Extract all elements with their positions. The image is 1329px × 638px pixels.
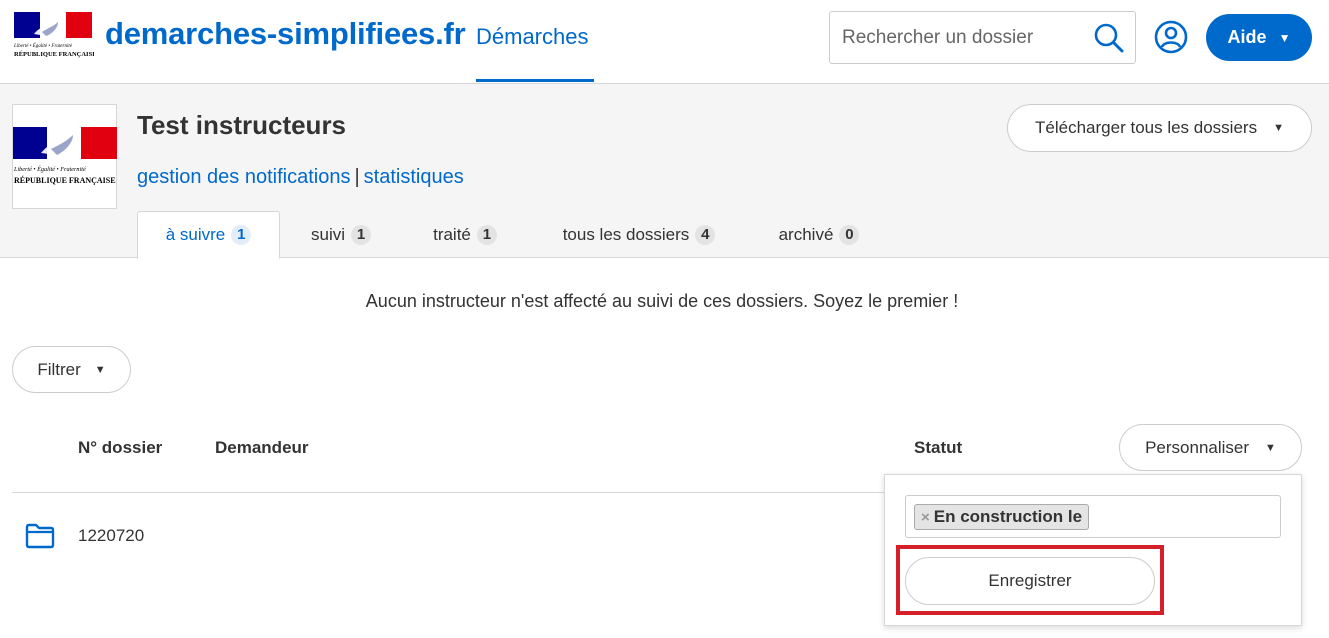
procedure-logo: Liberté • Égalité • Fraternité RÉPUBLIQU… — [12, 104, 117, 209]
remove-chip-icon[interactable]: × — [921, 509, 930, 526]
count-badge: 0 — [839, 224, 860, 245]
tab-tous-les-dossiers[interactable]: tous les dossiers 4 — [553, 211, 725, 258]
column-multiselect[interactable]: × En construction le — [905, 495, 1281, 538]
count-badge: 1 — [231, 225, 252, 245]
procedure-title: Test instructeurs — [137, 110, 347, 140]
top-header: Liberté • Égalité • Fraternité RÉPUBLIQU… — [0, 0, 1329, 84]
filter-button-label: Filtrer — [37, 359, 81, 379]
marianne-logo-icon[interactable]: Liberté • Égalité • Fraternité RÉPUBLIQU… — [12, 12, 94, 62]
tab-label: traité — [433, 224, 471, 244]
count-badge: 1 — [351, 224, 371, 245]
procedure-links: gestion des notifications | statistiques — [137, 166, 464, 189]
column-header-dossier-number[interactable]: N° dossier — [78, 438, 162, 458]
notifications-link[interactable]: gestion des notifications — [137, 166, 350, 188]
user-account-icon[interactable] — [1154, 20, 1188, 54]
chip-label: En construction le — [933, 507, 1083, 526]
selected-column-chip: × En construction le — [914, 504, 1090, 530]
tab-label: tous les dossiers — [562, 224, 690, 244]
search-icon[interactable] — [1093, 22, 1125, 54]
caret-down-icon: ▼ — [1273, 122, 1284, 134]
link-separator: | — [354, 166, 360, 188]
site-name[interactable]: demarches-simplifiees.fr — [105, 16, 466, 52]
tab-label: à suivre — [165, 225, 226, 244]
customize-columns-dropdown: × En construction le Enregistrer — [884, 474, 1302, 626]
tab-archive[interactable]: archivé 0 — [771, 211, 867, 258]
tab-label: suivi — [310, 224, 345, 244]
dossier-number-cell[interactable]: 1220720 — [78, 526, 144, 546]
count-badge: 1 — [476, 224, 497, 245]
download-all-button-label: Télécharger tous les dossiers — [1035, 118, 1258, 137]
filter-button[interactable]: Filtrer ▼ — [12, 346, 131, 393]
customize-columns-button[interactable]: Personnaliser ▼ — [1119, 424, 1302, 471]
search-box — [829, 11, 1136, 64]
tab-label: archivé — [778, 224, 834, 244]
caret-down-icon: ▼ — [1265, 441, 1276, 454]
caret-down-icon: ▼ — [94, 363, 106, 376]
help-button[interactable]: Aide ▼ — [1206, 14, 1312, 61]
svg-text:RÉPUBLIQUE FRANÇAISE: RÉPUBLIQUE FRANÇAISE — [14, 175, 116, 185]
tab-traite[interactable]: traité 1 — [425, 211, 505, 258]
svg-text:RÉPUBLIQUE FRANÇAISE: RÉPUBLIQUE FRANÇAISE — [14, 50, 94, 58]
nav-tab-active-indicator — [476, 79, 594, 82]
caret-down-icon: ▼ — [1278, 30, 1291, 45]
column-header-applicant[interactable]: Demandeur — [215, 438, 309, 458]
unassigned-notice: Aucun instructeur n'est affecté au suivi… — [365, 291, 959, 311]
svg-text:Liberté • Égalité • Fraternité: Liberté • Égalité • Fraternité — [13, 43, 73, 49]
table-header-divider — [12, 492, 884, 493]
customize-columns-button-label: Personnaliser — [1145, 437, 1250, 457]
svg-text:Liberté • Égalité • Fraternité: Liberté • Égalité • Fraternité — [13, 165, 86, 173]
count-badge: 4 — [695, 224, 716, 245]
marianne-logo-icon: Liberté • Égalité • Fraternité RÉPUBLIQU… — [13, 127, 117, 185]
help-button-label: Aide — [1227, 27, 1267, 47]
download-all-button[interactable]: Télécharger tous les dossiers ▼ — [1007, 104, 1312, 152]
tab-suivi[interactable]: suivi 1 — [303, 211, 379, 258]
nav-tab-demarches[interactable]: Démarches — [476, 24, 588, 50]
folder-icon[interactable] — [25, 523, 55, 549]
procedure-header: Liberté • Égalité • Fraternité RÉPUBLIQU… — [0, 84, 1329, 259]
save-button[interactable]: Enregistrer — [905, 557, 1155, 605]
search-input[interactable] — [842, 25, 1082, 51]
tab-a-suivre[interactable]: à suivre 1 — [137, 211, 280, 259]
statistics-link[interactable]: statistiques — [364, 166, 464, 188]
column-header-status[interactable]: Statut — [914, 438, 962, 458]
